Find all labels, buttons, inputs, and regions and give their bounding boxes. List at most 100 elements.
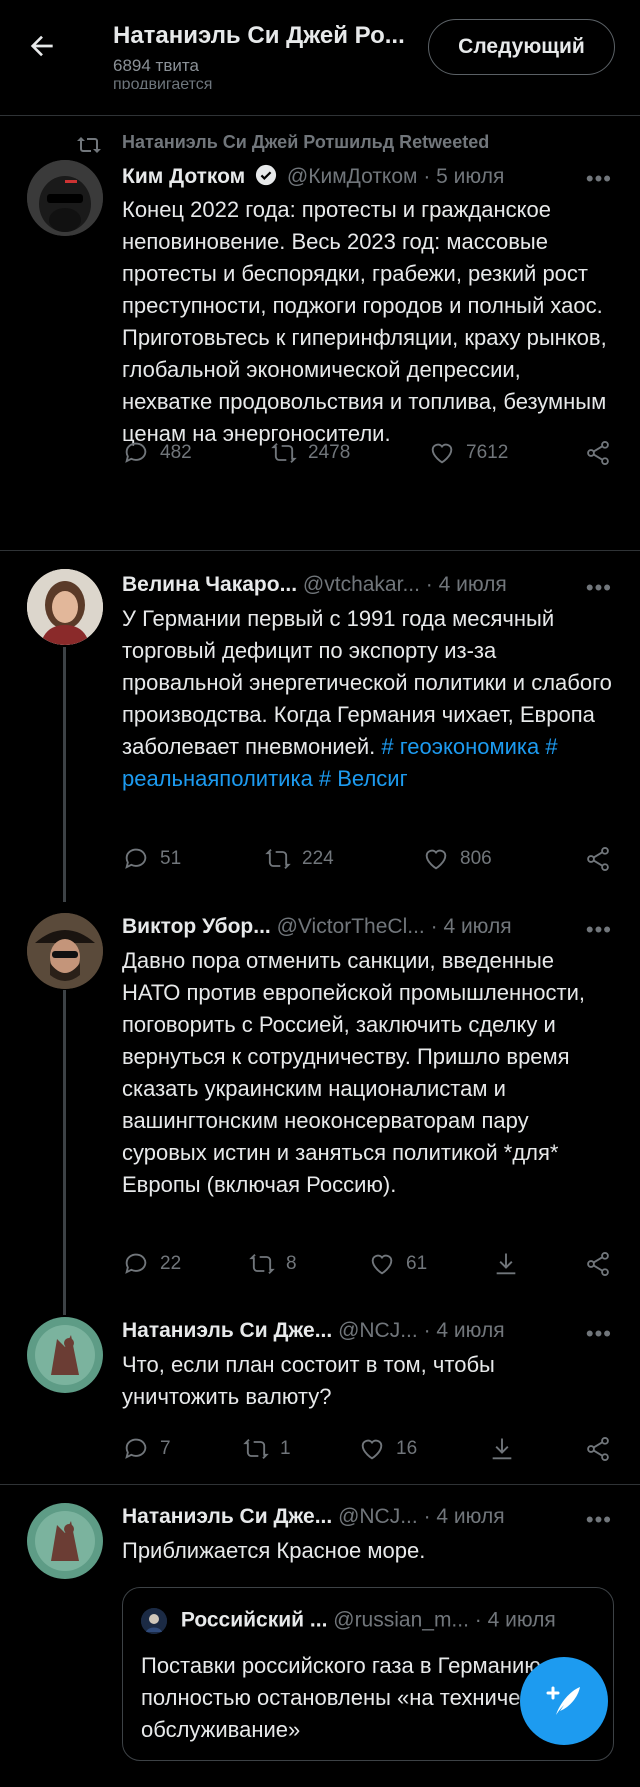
heart-icon bbox=[425, 849, 447, 870]
reply-count: 7 bbox=[160, 1438, 171, 1459]
like-button[interactable]: 61 bbox=[368, 1250, 427, 1278]
author-name[interactable]: Велина Чакаро... bbox=[122, 573, 297, 596]
retweet-count: 2478 bbox=[308, 442, 351, 463]
author-handle[interactable]: @NCJ... bbox=[338, 1319, 418, 1342]
author-name[interactable]: Натаниэль Си Дже... bbox=[122, 1319, 332, 1342]
reply-count: 51 bbox=[160, 848, 182, 869]
verified-badge-icon bbox=[255, 164, 277, 186]
reply-button[interactable]: 51 bbox=[122, 845, 181, 873]
avatar[interactable] bbox=[27, 913, 103, 989]
quoted-tweet-date: 4 июля bbox=[487, 1608, 556, 1632]
tweet-actions: 22 8 61 bbox=[122, 1250, 612, 1280]
author-handle[interactable]: @КимДотком bbox=[287, 165, 418, 188]
tweet-header: Натаниэль Си Дже... @NCJ... · 4 июля bbox=[122, 1505, 505, 1529]
quoted-author-name: Российский ... bbox=[180, 1608, 328, 1632]
tweet-1[interactable]: Натаниэль Си Джей Ротшильд Retweeted Ким… bbox=[0, 116, 640, 550]
tweet-count: 6894 твита bbox=[113, 56, 199, 75]
share-button[interactable] bbox=[584, 1250, 612, 1278]
share-button[interactable] bbox=[584, 439, 612, 467]
retweet-icon bbox=[271, 443, 297, 463]
compose-tweet-button[interactable] bbox=[520, 1657, 608, 1745]
author-name[interactable]: Ким Дотком bbox=[122, 165, 245, 188]
tweet-date[interactable]: 4 июля bbox=[436, 1319, 504, 1342]
like-count: 61 bbox=[406, 1253, 428, 1274]
author-handle[interactable]: @vtchakar... bbox=[303, 573, 420, 596]
tweet-text: Что, если план состоит в том, чтобы унич… bbox=[122, 1352, 495, 1409]
heart-icon bbox=[361, 1439, 383, 1460]
tweet-date[interactable]: 4 июля bbox=[439, 573, 507, 596]
more-icon[interactable]: ••• bbox=[586, 1321, 612, 1347]
like-count: 7612 bbox=[466, 442, 509, 463]
following-button[interactable]: Следующий bbox=[428, 19, 615, 75]
share-icon bbox=[587, 846, 609, 872]
tweet-date[interactable]: 4 июля bbox=[436, 1505, 504, 1528]
author-name[interactable]: Натаниэль Си Дже... bbox=[122, 1505, 332, 1528]
share-icon bbox=[587, 440, 609, 466]
avatar-image bbox=[27, 160, 103, 236]
like-count: 16 bbox=[396, 1438, 418, 1459]
like-button[interactable]: 16 bbox=[358, 1435, 417, 1463]
reply-count: 22 bbox=[160, 1253, 182, 1274]
heart-icon bbox=[371, 1254, 393, 1275]
like-button[interactable]: 806 bbox=[422, 845, 492, 873]
author-handle[interactable]: @NCJ... bbox=[338, 1505, 418, 1528]
quoted-tweet-header: Российский ... @russian_m... · 4 июля bbox=[141, 1608, 556, 1634]
tweet-4[interactable]: Натаниэль Си Дже... @NCJ... · 4 июля •••… bbox=[0, 1305, 640, 1485]
more-icon[interactable]: ••• bbox=[586, 575, 612, 601]
reply-icon bbox=[125, 1438, 147, 1459]
retweet-button[interactable]: 1 bbox=[242, 1435, 291, 1463]
retweet-icon bbox=[243, 1439, 269, 1459]
share-button[interactable] bbox=[584, 1435, 612, 1463]
tweet-header: Велина Чакаро... @vtchakar... · 4 июля bbox=[122, 573, 507, 597]
tweet-header: Ким Дотком @КимДотком · 5 июля bbox=[122, 164, 504, 189]
quoted-tweet-text: Поставки российского газа в Германию пол… bbox=[141, 1653, 566, 1742]
tweet-actions: 51 224 806 bbox=[122, 845, 612, 875]
download-button[interactable] bbox=[492, 1250, 520, 1278]
share-button[interactable] bbox=[584, 845, 612, 873]
separator-dot: · bbox=[474, 1608, 482, 1632]
tweet-text: Давно пора отменить санкции, введенные Н… bbox=[122, 948, 585, 1197]
download-button[interactable] bbox=[488, 1435, 516, 1463]
retweet-button[interactable]: 8 bbox=[248, 1250, 297, 1278]
avatar-image bbox=[27, 913, 103, 989]
tweet-header: Натаниэль Си Дже... @NCJ... · 4 июля bbox=[122, 1319, 505, 1343]
tweet-date[interactable]: 4 июля bbox=[443, 915, 511, 938]
tweet-5[interactable]: Натаниэль Си Дже... @NCJ... · 4 июля •••… bbox=[0, 1485, 640, 1787]
reply-icon bbox=[125, 442, 147, 463]
tweet-date[interactable]: 5 июля bbox=[436, 165, 504, 188]
top-bar: продвигается Натаниэль Си Джей Ро... 689… bbox=[0, 0, 640, 116]
retweet-count: 8 bbox=[286, 1253, 297, 1274]
author-handle[interactable]: @VictorTheCl... bbox=[277, 915, 425, 938]
reply-button[interactable]: 22 bbox=[122, 1250, 181, 1278]
retweet-button[interactable]: 224 bbox=[264, 845, 334, 873]
separator-dot: · bbox=[430, 915, 438, 938]
tweet-header: Виктор Убор... @VictorTheCl... · 4 июля bbox=[122, 915, 512, 939]
avatar-image bbox=[27, 1503, 103, 1579]
quoted-avatar bbox=[141, 1608, 167, 1634]
share-icon bbox=[587, 1251, 609, 1277]
more-icon[interactable]: ••• bbox=[586, 917, 612, 943]
tweet-text: Конец 2022 года: протесты и гражданское … bbox=[122, 197, 607, 446]
avatar[interactable] bbox=[27, 569, 103, 645]
like-count: 806 bbox=[460, 848, 492, 869]
more-icon[interactable]: ••• bbox=[586, 1507, 612, 1533]
avatar-image bbox=[27, 1317, 103, 1393]
avatar[interactable] bbox=[27, 1503, 103, 1579]
avatar-image bbox=[27, 569, 103, 645]
avatar[interactable] bbox=[27, 160, 103, 236]
like-button[interactable]: 7612 bbox=[428, 439, 508, 467]
tweet-2[interactable]: Велина Чакаро... @vtchakar... · 4 июля •… bbox=[0, 551, 640, 896]
heart-icon bbox=[431, 443, 453, 464]
tweet-text: У Германии первый с 1991 года месячный т… bbox=[122, 603, 612, 795]
retweeted-label[interactable]: Натаниэль Си Джей Ротшильд Retweeted bbox=[122, 132, 489, 153]
retweet-icon bbox=[77, 137, 101, 153]
retweet-button[interactable]: 2478 bbox=[270, 439, 350, 467]
reply-button[interactable]: 7 bbox=[122, 1435, 171, 1463]
back-arrow-icon[interactable] bbox=[26, 30, 58, 62]
avatar[interactable] bbox=[27, 1317, 103, 1393]
more-icon[interactable]: ••• bbox=[586, 166, 612, 192]
tweet-text: Приближается Красное море. bbox=[122, 1538, 426, 1563]
author-name[interactable]: Виктор Убор... bbox=[122, 915, 271, 938]
reply-button[interactable]: 482 bbox=[122, 439, 192, 467]
tweet-3[interactable]: Виктор Убор... @VictorTheCl... · 4 июля … bbox=[0, 895, 640, 1305]
